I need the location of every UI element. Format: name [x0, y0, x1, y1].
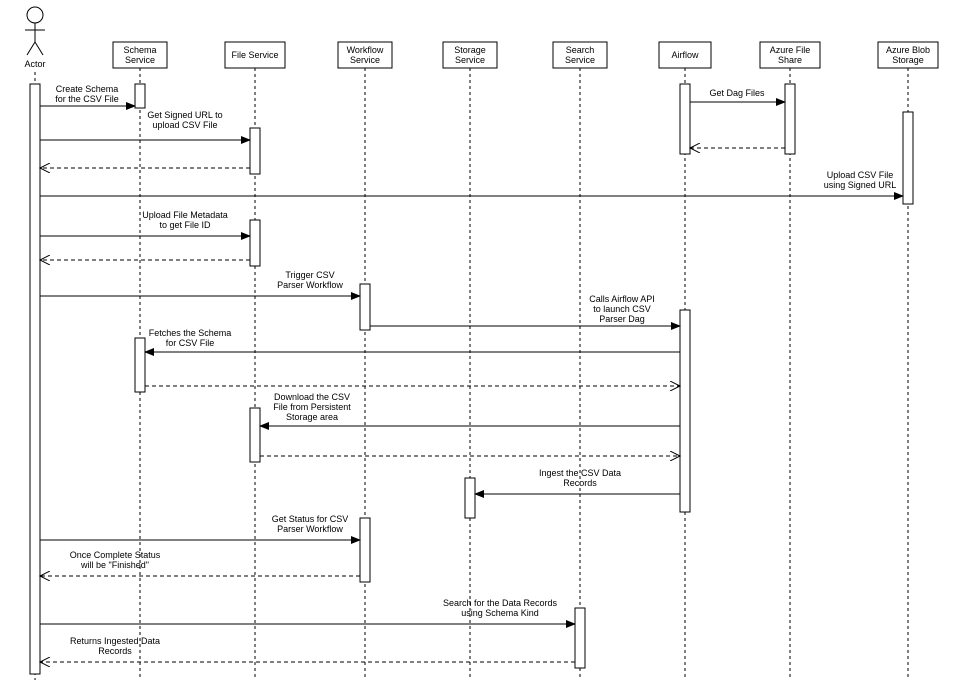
svg-text:Get Signed URL to: Get Signed URL to: [147, 110, 222, 120]
message-upload-csv-file: Upload CSV File using Signed URL: [40, 170, 903, 196]
message-get-signed-url: Get Signed URL to upload CSV File: [40, 110, 250, 168]
activation-azfile: [785, 84, 795, 154]
svg-text:Service: Service: [455, 55, 485, 65]
activation-airflow-2: [680, 310, 690, 512]
message-calls-airflow-api: Calls Airflow API to launch CSV Parser D…: [370, 294, 680, 326]
message-fetch-schema: Fetches the Schema for CSV File: [145, 328, 680, 386]
actor-label: Actor: [24, 59, 45, 69]
svg-text:Records: Records: [563, 478, 597, 488]
svg-text:Airflow: Airflow: [671, 50, 699, 60]
svg-text:upload CSV File: upload CSV File: [152, 120, 217, 130]
svg-text:Service: Service: [565, 55, 595, 65]
message-search-records: Search for the Data Records using Schema…: [40, 598, 575, 624]
svg-text:Upload CSV File: Upload CSV File: [827, 170, 894, 180]
message-upload-file-metadata: Upload File Metadata to get File ID: [40, 210, 250, 260]
sequence-diagram: Actor Schema Service File Service Workfl…: [0, 0, 963, 686]
message-create-schema: Create Schema for the CSV File: [40, 84, 135, 106]
svg-text:Ingest the CSV Data: Ingest the CSV Data: [539, 468, 621, 478]
svg-text:Storage area: Storage area: [286, 412, 338, 422]
svg-text:to launch CSV: to launch CSV: [593, 304, 651, 314]
svg-text:Get Status for CSV: Get Status for CSV: [272, 514, 349, 524]
svg-text:Trigger CSV: Trigger CSV: [285, 270, 334, 280]
activation-azblob: [903, 112, 913, 204]
svg-text:Search: Search: [566, 45, 595, 55]
svg-text:Workflow: Workflow: [347, 45, 384, 55]
svg-text:Search for the Data Records: Search for the Data Records: [443, 598, 558, 608]
svg-text:Calls Airflow API: Calls Airflow API: [589, 294, 655, 304]
svg-text:File Service: File Service: [231, 50, 278, 60]
participant-storage-service: Storage Service: [443, 42, 497, 680]
svg-text:Once Complete Status: Once Complete Status: [70, 550, 161, 560]
svg-text:Fetches the Schema: Fetches the Schema: [149, 328, 232, 338]
activation-workflow-1: [360, 284, 370, 330]
message-status-finished: Once Complete Status will be "Finished": [40, 550, 360, 576]
svg-text:using Schema Kind: using Schema Kind: [461, 608, 539, 618]
message-get-dag-files: Get Dag Files: [690, 88, 785, 148]
message-trigger-csv-parser: Trigger CSV Parser Workflow: [40, 270, 360, 296]
svg-text:File from Persistent: File from Persistent: [273, 402, 351, 412]
message-return-records: Returns Ingested Data Records: [40, 636, 575, 662]
svg-text:Returns Ingested Data: Returns Ingested Data: [70, 636, 160, 646]
svg-text:Get Dag Files: Get Dag Files: [709, 88, 765, 98]
message-ingest-csv-data: Ingest the CSV Data Records: [475, 468, 680, 494]
activation-workflow-2: [360, 518, 370, 582]
svg-text:Upload File Metadata: Upload File Metadata: [142, 210, 228, 220]
participant-workflow-service: Workflow Service: [338, 42, 392, 680]
svg-text:Azure File: Azure File: [770, 45, 811, 55]
svg-text:for the CSV File: for the CSV File: [55, 94, 119, 104]
svg-text:Parser Workflow: Parser Workflow: [277, 280, 343, 290]
activation-file-2: [250, 220, 260, 266]
svg-text:for CSV File: for CSV File: [166, 338, 215, 348]
svg-text:Create Schema: Create Schema: [56, 84, 119, 94]
activation-actor: [30, 84, 40, 674]
svg-text:Parser Workflow: Parser Workflow: [277, 524, 343, 534]
activation-storage: [465, 478, 475, 518]
svg-text:Records: Records: [98, 646, 132, 656]
svg-text:Service: Service: [350, 55, 380, 65]
activation-airflow-1: [680, 84, 690, 154]
message-get-status: Get Status for CSV Parser Workflow: [40, 514, 360, 540]
svg-text:Storage: Storage: [454, 45, 486, 55]
activation-file-3: [250, 408, 260, 462]
svg-text:Service: Service: [125, 55, 155, 65]
activation-file-1: [250, 128, 260, 174]
activation-schema-2: [135, 338, 145, 392]
participant-search-service: Search Service: [553, 42, 607, 680]
activation-schema-1: [135, 84, 145, 108]
activation-search: [575, 608, 585, 668]
svg-text:Schema: Schema: [123, 45, 156, 55]
svg-text:Parser Dag: Parser Dag: [599, 314, 645, 324]
svg-text:using Signed URL: using Signed URL: [824, 180, 897, 190]
svg-text:Download the CSV: Download the CSV: [274, 392, 350, 402]
svg-text:Share: Share: [778, 55, 802, 65]
svg-text:will be "Finished": will be "Finished": [80, 560, 149, 570]
svg-text:Storage: Storage: [892, 55, 924, 65]
svg-text:to get File ID: to get File ID: [159, 220, 211, 230]
svg-text:Azure Blob: Azure Blob: [886, 45, 930, 55]
